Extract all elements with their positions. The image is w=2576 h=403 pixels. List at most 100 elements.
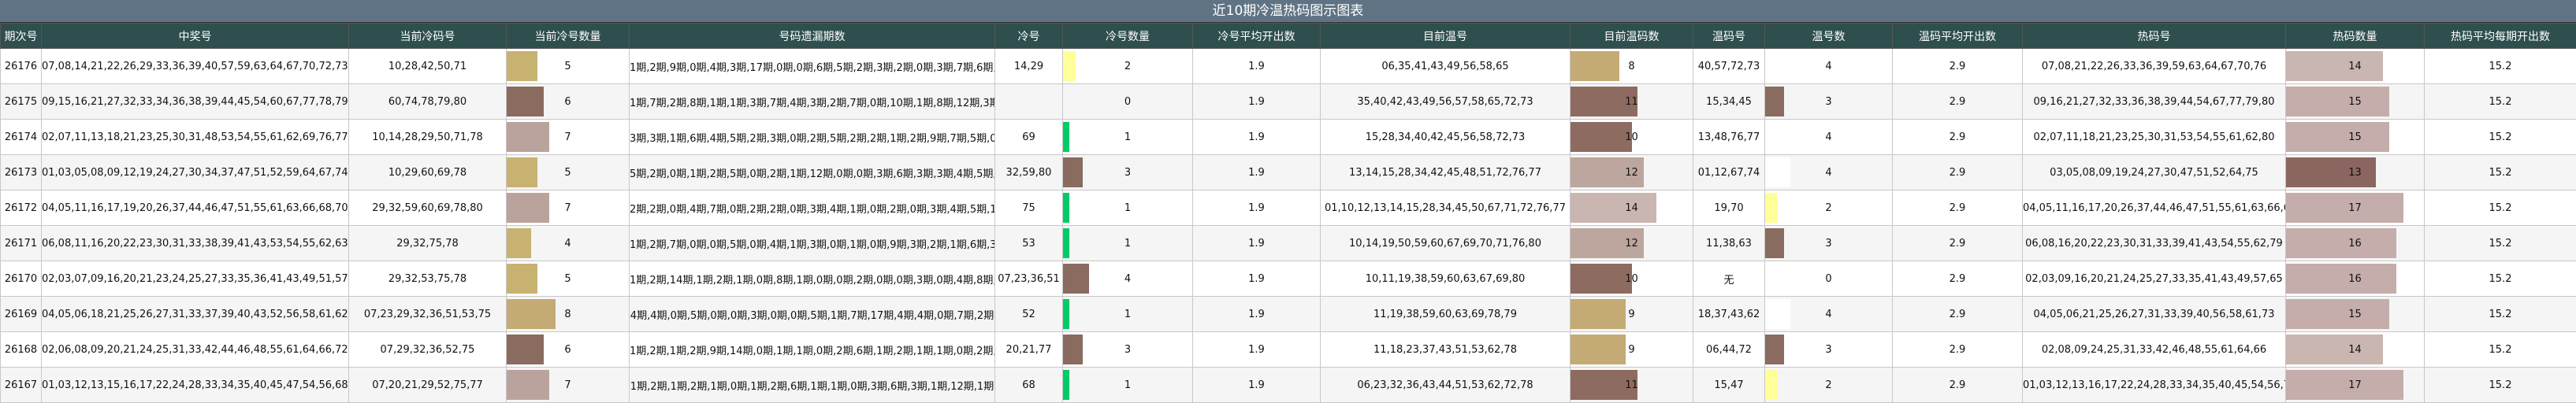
count-bar xyxy=(1765,157,1790,187)
count-value: 4 xyxy=(1825,167,1831,179)
winning-numbers: 02,03,07,09,16,20,21,23,24,25,27,33,35,3… xyxy=(42,261,349,297)
count-value: 1 xyxy=(1124,238,1131,250)
hot-count: 14 xyxy=(2286,49,2425,84)
count-value: 11 xyxy=(1625,96,1638,108)
count-value: 4 xyxy=(1825,131,1831,143)
hot-cold-table: 期次号中奖号当前冷码号当前冷号数量号码遗漏期数冷号冷号数量冷号平均开出数目前温号… xyxy=(0,23,2576,403)
count-bar xyxy=(1571,264,1632,294)
current-warm-numbers: 11,18,23,37,43,51,53,62,78 xyxy=(1321,332,1571,368)
current-warm-numbers: 10,11,19,38,59,60,63,67,69,80 xyxy=(1321,261,1571,297)
count-value: 6 xyxy=(564,344,571,356)
column-header: 号码遗漏期数 xyxy=(630,24,995,49)
count-bar xyxy=(1063,335,1083,364)
hot-count: 13 xyxy=(2286,155,2425,190)
cold-count: 1 xyxy=(1063,226,1193,261)
count-bar xyxy=(2286,193,2403,223)
warm-numbers: 15,34,45 xyxy=(1693,84,1765,120)
issue-number: 26169 xyxy=(1,297,42,332)
hot-average: 15.2 xyxy=(2425,297,2576,332)
current-cold-count: 8 xyxy=(507,297,630,332)
hot-count: 15 xyxy=(2286,84,2425,120)
warm-average: 2.9 xyxy=(1893,261,2023,297)
column-header: 中奖号 xyxy=(42,24,349,49)
hot-count: 17 xyxy=(2286,368,2425,403)
hot-count: 16 xyxy=(2286,226,2425,261)
count-bar xyxy=(2286,157,2376,187)
count-value: 7 xyxy=(564,131,571,143)
count-bar xyxy=(507,299,556,329)
column-header: 热码号 xyxy=(2023,24,2286,49)
warm-numbers: 11,38,63 xyxy=(1693,226,1765,261)
count-bar xyxy=(1063,157,1083,187)
winning-numbers: 07,08,14,21,22,26,29,33,36,39,40,57,59,6… xyxy=(42,49,349,84)
issue-number: 26176 xyxy=(1,49,42,84)
count-bar xyxy=(2286,87,2389,116)
count-value: 14 xyxy=(2348,344,2362,356)
chart-title: 近10期冷温热码图示图表 xyxy=(0,0,2576,23)
warm-numbers: 01,12,67,74 xyxy=(1693,155,1765,190)
count-value: 2 xyxy=(1825,202,1831,214)
issue-number: 26170 xyxy=(1,261,42,297)
count-value: 12 xyxy=(1625,167,1638,179)
current-cold-numbers: 29,32,75,78 xyxy=(349,226,507,261)
column-header: 热码平均每期开出数 xyxy=(2425,24,2576,49)
missing-periods: 1期,2期,14期,1期,2期,1期,0期,8期,1期,0期,0期,2期,0期,… xyxy=(630,261,995,297)
current-warm-numbers: 10,14,19,50,59,60,67,69,70,71,76,80 xyxy=(1321,226,1571,261)
cold-numbers: 75 xyxy=(995,190,1063,226)
warm-average: 2.9 xyxy=(1893,226,2023,261)
warm-count: 4 xyxy=(1765,120,1893,155)
current-cold-count: 7 xyxy=(507,120,630,155)
count-bar xyxy=(1765,87,1784,116)
count-bar xyxy=(1063,122,1069,152)
warm-average: 2.9 xyxy=(1893,120,2023,155)
hot-numbers: 06,08,16,20,22,23,30,31,33,39,41,43,54,5… xyxy=(2023,226,2286,261)
warm-numbers: 06,44,72 xyxy=(1693,332,1765,368)
hot-numbers: 04,05,06,21,25,26,27,31,33,39,40,56,58,6… xyxy=(2023,297,2286,332)
column-header: 目前温号 xyxy=(1321,24,1571,49)
current-cold-count: 5 xyxy=(507,49,630,84)
count-value: 9 xyxy=(1628,344,1634,356)
current-warm-count: 11 xyxy=(1571,84,1693,120)
count-value: 5 xyxy=(564,273,571,285)
count-bar xyxy=(507,370,549,400)
count-value: 14 xyxy=(1625,202,1638,214)
count-bar xyxy=(1765,51,1790,81)
hot-average: 15.2 xyxy=(2425,84,2576,120)
hot-count: 14 xyxy=(2286,332,2425,368)
count-bar xyxy=(507,157,537,187)
count-value: 6 xyxy=(564,96,571,108)
hot-numbers: 01,03,12,13,16,17,22,24,28,33,34,35,40,4… xyxy=(2023,368,2286,403)
count-value: 3 xyxy=(1825,96,1831,108)
cold-count: 0 xyxy=(1063,84,1193,120)
cold-average: 1.9 xyxy=(1193,261,1321,297)
cold-average: 1.9 xyxy=(1193,84,1321,120)
cold-count: 3 xyxy=(1063,332,1193,368)
winning-numbers: 01,03,12,13,15,16,17,22,24,28,33,34,35,4… xyxy=(42,368,349,403)
hot-numbers: 03,05,08,09,19,24,27,30,47,51,52,64,75 xyxy=(2023,155,2286,190)
cold-count: 2 xyxy=(1063,49,1193,84)
issue-number: 26173 xyxy=(1,155,42,190)
count-bar xyxy=(1571,122,1632,152)
cold-average: 1.9 xyxy=(1193,49,1321,84)
hot-average: 15.2 xyxy=(2425,49,2576,84)
count-bar xyxy=(1063,51,1076,81)
warm-numbers: 15,47 xyxy=(1693,368,1765,403)
warm-count: 2 xyxy=(1765,190,1893,226)
column-header: 温号数 xyxy=(1765,24,1893,49)
table-row: 2617402,07,11,13,18,21,23,25,30,31,48,53… xyxy=(1,120,2576,155)
issue-number: 26175 xyxy=(1,84,42,120)
count-bar xyxy=(1765,335,1784,364)
count-bar xyxy=(507,335,544,364)
winning-numbers: 09,15,16,21,27,32,33,34,36,38,39,44,45,5… xyxy=(42,84,349,120)
count-value: 5 xyxy=(564,61,571,72)
issue-number: 26174 xyxy=(1,120,42,155)
current-warm-count: 12 xyxy=(1571,226,1693,261)
issue-number: 26167 xyxy=(1,368,42,403)
table-row: 2617106,08,11,16,20,22,23,30,31,33,38,39… xyxy=(1,226,2576,261)
hot-numbers: 09,16,21,27,32,33,36,38,39,44,54,67,77,7… xyxy=(2023,84,2286,120)
table-row: 2616802,06,08,09,20,21,24,25,31,33,42,44… xyxy=(1,332,2576,368)
cold-average: 1.9 xyxy=(1193,190,1321,226)
count-bar xyxy=(1571,51,1619,81)
missing-periods: 3期,3期,1期,6期,4期,5期,2期,3期,0期,2期,5期,2期,2期,1… xyxy=(630,120,995,155)
hot-count: 15 xyxy=(2286,120,2425,155)
